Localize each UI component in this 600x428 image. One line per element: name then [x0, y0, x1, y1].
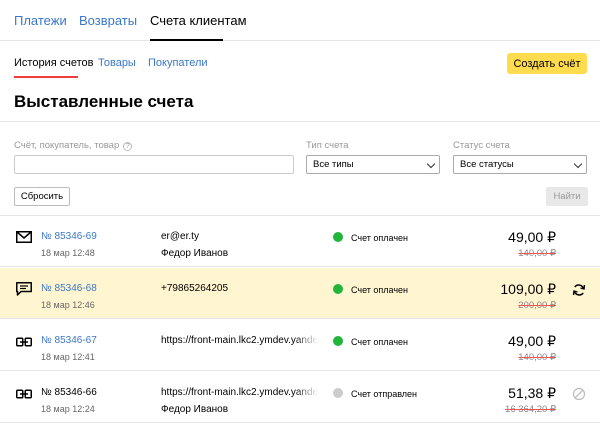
active-tab-underline — [150, 39, 223, 41]
invoice-status: Счет оплачен — [351, 285, 409, 295]
invoice-amount: 51,38 ₽ — [508, 385, 556, 401]
invoice-contact: +79865264205 — [161, 283, 229, 294]
tab-payments[interactable]: Платежи — [14, 13, 67, 28]
envelope-icon — [16, 231, 32, 243]
status-dot — [333, 388, 343, 398]
invoice-number-link[interactable]: № 85346-69 — [41, 231, 97, 242]
invoice-date: 18 мар 12:24 — [41, 404, 95, 414]
status-dot — [333, 336, 343, 346]
invoice-number-link[interactable]: № 85346-68 — [41, 283, 97, 294]
invoice-amount: 49,00 ₽ — [508, 333, 556, 349]
cancel-icon[interactable] — [572, 387, 586, 401]
find-button[interactable]: Найти — [546, 187, 588, 206]
invoice-amount: 109,00 ₽ — [500, 281, 556, 297]
invoice-old-amount: 200,00 ₽ — [518, 300, 556, 311]
type-select-value: Все типы — [313, 159, 354, 170]
subtab-invoice-history[interactable]: История счетов — [14, 57, 93, 69]
table-row[interactable]: № 85346-66 18 мар 12:24 https://front-ma… — [0, 372, 600, 423]
invoice-amount: 49,00 ₽ — [508, 229, 556, 245]
invoice-date: 18 мар 12:41 — [41, 352, 95, 362]
invoice-old-amount: 140,00 ₽ — [518, 352, 556, 363]
invoice-status: Счет оплачен — [351, 337, 409, 347]
invoice-old-amount: 140,00 ₽ — [518, 248, 556, 259]
search-input[interactable] — [14, 155, 294, 174]
status-select[interactable]: Все статусы — [453, 155, 587, 174]
invoice-status: Счет оплачен — [351, 233, 409, 243]
search-label: Счёт, покупатель, товар? — [14, 140, 133, 151]
table-row[interactable]: № 85346-68 18 мар 12:46 +79865264205 Сче… — [0, 268, 600, 319]
tab-refunds[interactable]: Возвраты — [79, 13, 137, 28]
invoice-status: Счет отправлен — [351, 389, 418, 399]
chevron-down-icon — [426, 159, 436, 169]
invoice-old-amount: 16 364,20 ₽ — [505, 404, 556, 415]
help-icon[interactable]: ? — [123, 142, 133, 151]
status-label: Статус счета — [453, 140, 510, 151]
subtab-customers[interactable]: Покупатели — [148, 57, 208, 69]
invoice-number: № 85346-66 — [41, 387, 97, 398]
type-label: Тип счета — [306, 140, 349, 151]
status-dot — [333, 232, 343, 242]
tab-client-invoices[interactable]: Счета клиентам — [150, 13, 247, 28]
reset-button[interactable]: Сбросить — [14, 187, 70, 206]
subtab-products[interactable]: Товары — [98, 57, 136, 69]
link-icon — [16, 337, 32, 347]
invoice-date: 18 мар 12:48 — [41, 248, 95, 258]
filters-divider — [0, 121, 600, 122]
table-row[interactable]: № 85346-69 18 мар 12:48 er@er.ty Федор И… — [0, 216, 600, 267]
refresh-icon[interactable] — [572, 283, 586, 297]
type-select[interactable]: Все типы — [306, 155, 440, 174]
chevron-down-icon — [573, 159, 583, 169]
invoice-date: 18 мар 12:46 — [41, 300, 95, 310]
status-select-value: Все статусы — [460, 159, 514, 170]
top-tabs: Платежи Возвраты Счета клиентам — [0, 0, 600, 41]
create-invoice-button[interactable]: Создать счёт — [507, 53, 587, 74]
status-dot — [333, 284, 343, 294]
invoice-buyer: Федор Иванов — [161, 248, 229, 259]
invoice-number-link[interactable]: № 85346-67 — [41, 335, 97, 346]
invoice-contact: https://front-main.lkc2.ymdev.yandex.ru — [161, 387, 318, 398]
active-subtab-underline — [14, 76, 78, 78]
sms-icon — [16, 282, 32, 296]
invoice-contact: https://front-main.lkc2.ymdev.yandex.ru — [161, 335, 318, 346]
table-row[interactable]: № 85346-67 18 мар 12:41 https://front-ma… — [0, 320, 600, 371]
link-icon — [16, 389, 32, 399]
invoice-buyer: Федор Иванов — [161, 404, 229, 415]
page-title: Выставленные счета — [14, 92, 194, 111]
invoice-contact: er@er.ty — [161, 231, 199, 242]
